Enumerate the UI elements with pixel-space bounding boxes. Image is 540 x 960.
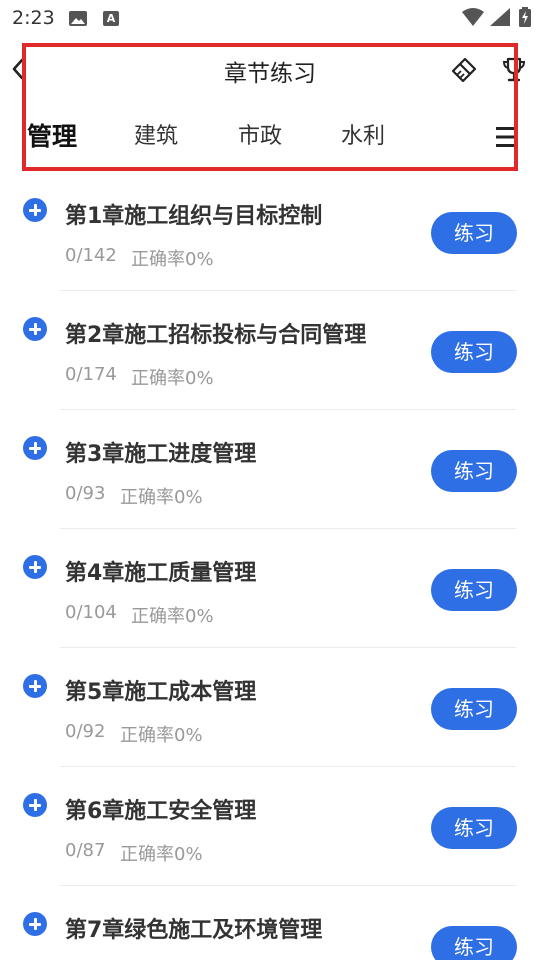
chapter-progress: 0/174 <box>65 364 117 385</box>
plus-circle-icon[interactable] <box>23 317 47 341</box>
chapter-accuracy: 正确率0% <box>120 844 203 865</box>
chapter-title: 第4章施工质量管理 <box>65 561 257 586</box>
trophy-icon[interactable] <box>501 56 527 88</box>
chapter-title: 第5章施工成本管理 <box>65 680 257 705</box>
practice-button[interactable]: 练习 <box>431 450 517 492</box>
practice-button[interactable]: 练习 <box>431 807 517 849</box>
chapter-progress: 0/142 <box>65 245 117 266</box>
chapter-title: 第6章施工安全管理 <box>65 799 257 824</box>
chapter-title: 第3章施工进度管理 <box>65 442 257 467</box>
font-a-icon: A <box>103 11 119 26</box>
chapter-accuracy: 正确率0% <box>120 725 203 746</box>
list-item: 第7章绿色施工及环境管理 练习 <box>0 886 540 960</box>
wifi-icon <box>462 8 484 30</box>
chapter-accuracy: 正确率0% <box>131 606 214 627</box>
list-item: 第3章施工进度管理 0/93 正确率0% 练习 <box>0 410 540 529</box>
practice-button[interactable]: 练习 <box>431 569 517 611</box>
plus-circle-icon[interactable] <box>23 436 47 460</box>
list-item: 第2章施工招标投标与合同管理 0/174 正确率0% 练习 <box>0 291 540 410</box>
chapter-progress: 0/93 <box>65 483 106 504</box>
battery-icon <box>519 7 531 31</box>
image-icon <box>69 11 87 26</box>
chapter-accuracy: 正确率0% <box>131 368 214 389</box>
list-item: 第5章施工成本管理 0/92 正确率0% 练习 <box>0 648 540 767</box>
tab-water-conservancy[interactable]: 水利 <box>341 115 385 159</box>
tab-municipal[interactable]: 市政 <box>238 115 282 159</box>
plus-circle-icon[interactable] <box>23 793 47 817</box>
practice-button[interactable]: 练习 <box>431 331 517 373</box>
status-time: 2:23 <box>12 7 55 29</box>
practice-button[interactable]: 练习 <box>431 212 517 254</box>
practice-button[interactable]: 练习 <box>431 926 517 960</box>
plus-circle-icon[interactable] <box>23 912 47 936</box>
chapter-accuracy: 正确率0% <box>120 487 203 508</box>
chapter-progress: 0/92 <box>65 721 106 742</box>
practice-button[interactable]: 练习 <box>431 688 517 730</box>
eraser-icon[interactable] <box>451 57 477 87</box>
tab-construction[interactable]: 建筑 <box>134 115 178 159</box>
chapter-progress: 0/87 <box>65 840 106 861</box>
chapter-progress: 0/104 <box>65 602 117 623</box>
category-tabs: 管理 建筑 市政 水利 <box>0 115 540 159</box>
list-item: 第4章施工质量管理 0/104 正确率0% 练习 <box>0 529 540 648</box>
status-bar: 2:23 A <box>0 0 540 36</box>
signal-icon <box>490 8 510 30</box>
chapter-accuracy: 正确率0% <box>131 249 214 270</box>
plus-circle-icon[interactable] <box>23 674 47 698</box>
list-item: 第1章施工组织与目标控制 0/142 正确率0% 练习 <box>0 172 540 291</box>
tab-management[interactable]: 管理 <box>27 115 77 159</box>
chapter-title: 第7章绿色施工及环境管理 <box>65 918 323 943</box>
chapter-title: 第2章施工招标投标与合同管理 <box>65 323 367 348</box>
chapter-title: 第1章施工组织与目标控制 <box>65 204 323 229</box>
list-item: 第6章施工安全管理 0/87 正确率0% 练习 <box>0 767 540 886</box>
plus-circle-icon[interactable] <box>23 198 47 222</box>
plus-circle-icon[interactable] <box>23 555 47 579</box>
menu-icon[interactable] <box>496 126 518 152</box>
